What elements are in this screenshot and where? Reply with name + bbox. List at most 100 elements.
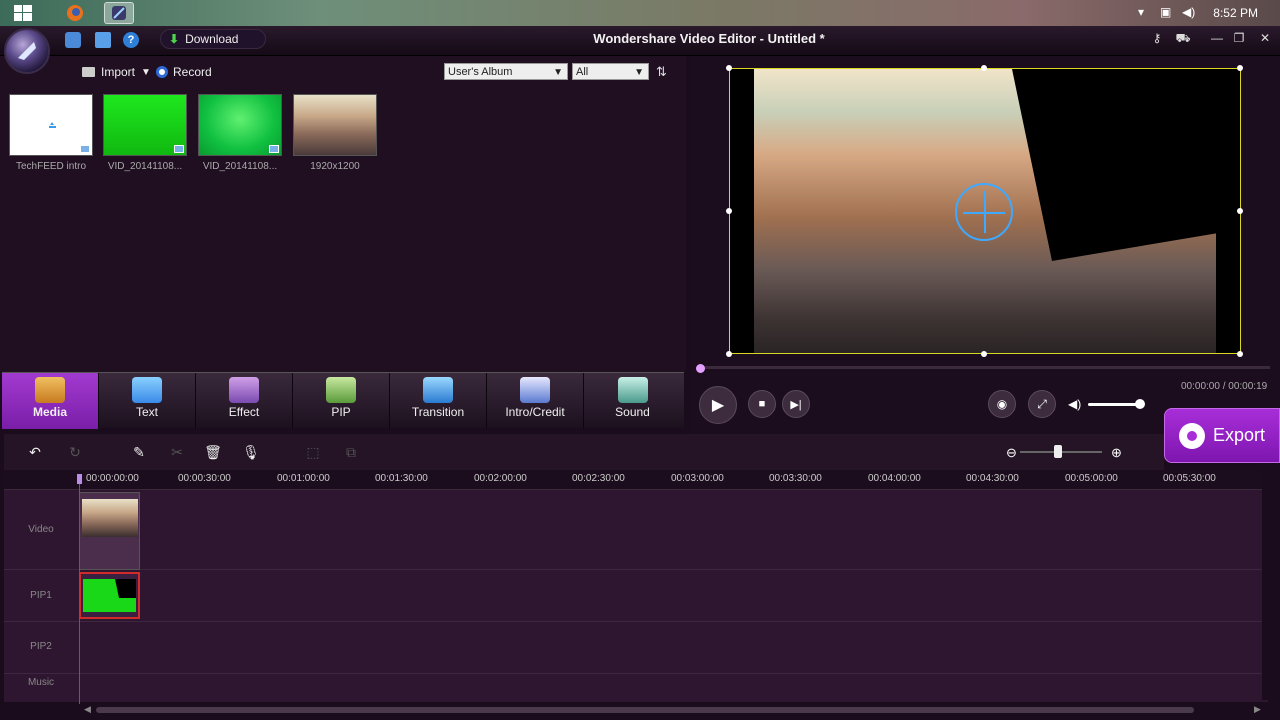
timeline-vertical-scrollbar[interactable] — [1262, 470, 1272, 700]
timeline-ruler[interactable]: 00:00:00:00 00:00:30:00 00:01:00:00 00:0… — [4, 470, 1268, 490]
ruler-tick: 00:01:30:00 — [375, 473, 428, 484]
horizontal-scroll-thumb[interactable] — [96, 707, 1194, 713]
album-select[interactable]: User's Album ▼ — [444, 63, 568, 80]
close-icon[interactable]: ✕ — [1254, 30, 1276, 46]
resize-handle[interactable] — [1237, 65, 1243, 71]
os-taskbar: ▾ ▣ ◀) 8:52 PM — [0, 0, 1280, 26]
volume-knob[interactable] — [1135, 399, 1145, 409]
import-button[interactable]: Import ▼ — [82, 65, 151, 79]
snapshot-button[interactable]: ◉ — [988, 390, 1016, 418]
ruler-tick: 00:04:00:00 — [868, 473, 921, 484]
tab-text[interactable]: Text — [99, 373, 196, 429]
clip-thumbnail — [82, 499, 138, 537]
delete-icon[interactable]: 🗑 — [204, 443, 222, 461]
minimize-icon[interactable]: — — [1206, 30, 1228, 46]
tab-label: Sound — [615, 405, 650, 419]
video-clip[interactable] — [79, 492, 140, 570]
crop-icon[interactable]: ⬚ — [304, 443, 322, 461]
tab-label: PIP — [331, 405, 351, 419]
resize-handle[interactable] — [1237, 208, 1243, 214]
track-label: Music — [27, 677, 55, 688]
media-thumb-techfeed-intro[interactable] — [9, 94, 93, 156]
timeline-zoom-knob[interactable] — [1054, 445, 1062, 458]
move-crosshair-icon[interactable] — [955, 183, 1013, 241]
resize-handle[interactable] — [981, 351, 987, 357]
ruler-tick: 00:03:00:00 — [671, 473, 724, 484]
chevron-down-icon: ▼ — [553, 67, 563, 78]
tab-intro-credit[interactable]: Intro/Credit — [487, 373, 584, 429]
track-video[interactable]: Video — [4, 490, 1268, 570]
tab-label: Text — [135, 405, 158, 419]
microphone-icon[interactable]: 🎙 — [242, 443, 260, 461]
resize-handle[interactable] — [981, 65, 987, 71]
resize-handle[interactable] — [726, 208, 732, 214]
export-button[interactable]: Export — [1164, 408, 1280, 463]
tray-arrow-icon[interactable]: ▾ — [1138, 5, 1144, 19]
transition-icon — [423, 377, 453, 403]
media-thumb-video-2[interactable] — [198, 94, 282, 156]
resize-handle[interactable] — [726, 351, 732, 357]
zoom-out-icon[interactable]: ⊖ — [1006, 445, 1017, 461]
cut-icon[interactable]: ✂ — [168, 443, 186, 461]
play-button[interactable]: ▶ — [699, 386, 737, 424]
record-button[interactable]: Record — [156, 65, 212, 79]
windows-start-icon[interactable] — [8, 2, 38, 24]
scroll-left-icon[interactable]: ◀ — [84, 704, 91, 715]
ruler-tick: 00:00:00:00 — [86, 473, 139, 484]
film-reel-icon — [1178, 422, 1205, 449]
film-icon — [80, 145, 90, 153]
playhead-handle[interactable] — [77, 474, 82, 484]
fullscreen-button[interactable]: ⤢ — [1028, 390, 1056, 418]
media-thumb-image[interactable] — [293, 94, 377, 156]
media-thumb-video-1[interactable] — [103, 94, 187, 156]
next-frame-icon: ▶| — [790, 398, 802, 411]
function-tab-bar: Media Text Effect PIP Transition Intro/C… — [2, 372, 684, 429]
sort-icon[interactable]: ⇅ — [656, 64, 667, 80]
volume-slider[interactable] — [1088, 403, 1142, 406]
tab-pip[interactable]: PIP — [293, 373, 390, 429]
ruler-tick: 00:03:30:00 — [769, 473, 822, 484]
intro-credit-icon — [520, 377, 550, 403]
resize-handle[interactable] — [726, 65, 732, 71]
ruler-tick: 00:02:00:00 — [474, 473, 527, 484]
folder-icon — [82, 67, 95, 77]
cart-icon[interactable]: ⛟ — [1172, 30, 1194, 46]
pip-clip[interactable] — [79, 572, 140, 619]
zoom-in-icon[interactable]: ⊕ — [1111, 445, 1122, 461]
app-logo[interactable] — [4, 28, 50, 74]
album-select-value: User's Album — [448, 66, 513, 78]
scroll-right-icon[interactable]: ▶ — [1254, 704, 1261, 715]
speaker-icon[interactable]: ◀) — [1182, 5, 1195, 19]
tab-label: Effect — [228, 405, 260, 419]
edit-icon[interactable]: ✎ — [130, 443, 148, 461]
redo-icon[interactable]: ↻ — [66, 443, 84, 461]
volume-icon[interactable]: ◀) — [1068, 397, 1081, 411]
tab-label: Media — [32, 405, 67, 419]
track-pip2[interactable]: PIP2 — [4, 622, 1268, 674]
chevron-down-icon: ▼ — [634, 67, 644, 78]
effect-icon — [229, 377, 259, 403]
key-icon[interactable]: ⚷ — [1146, 30, 1168, 46]
tab-sound[interactable]: Sound — [584, 373, 681, 429]
stop-icon: ■ — [758, 398, 766, 410]
tab-effect[interactable]: Effect — [196, 373, 293, 429]
tab-transition[interactable]: Transition — [390, 373, 487, 429]
preview-scrubber-track[interactable] — [700, 366, 1270, 369]
network-icon[interactable]: ▣ — [1160, 5, 1171, 19]
restore-icon[interactable]: ❐ — [1228, 30, 1250, 46]
track-pip1[interactable]: PIP1 — [4, 570, 1268, 622]
detach-icon[interactable]: ⧉ — [342, 443, 360, 461]
filter-select[interactable]: All ▼ — [572, 63, 649, 80]
resize-handle[interactable] — [1237, 351, 1243, 357]
tab-media[interactable]: Media — [2, 373, 99, 429]
playhead[interactable] — [79, 474, 80, 704]
clock[interactable]: 8:52 PM — [1213, 6, 1258, 20]
undo-icon[interactable]: ↶ — [26, 443, 44, 461]
next-frame-button[interactable]: ▶| — [782, 390, 810, 418]
firefox-icon[interactable] — [60, 2, 90, 24]
video-editor-taskbar-icon[interactable] — [104, 2, 134, 24]
track-music[interactable]: Music — [4, 674, 1268, 702]
preview-scrubber-knob[interactable] — [696, 364, 705, 373]
stop-button[interactable]: ■ — [748, 390, 776, 418]
chevron-down-icon: ▼ — [141, 66, 151, 78]
